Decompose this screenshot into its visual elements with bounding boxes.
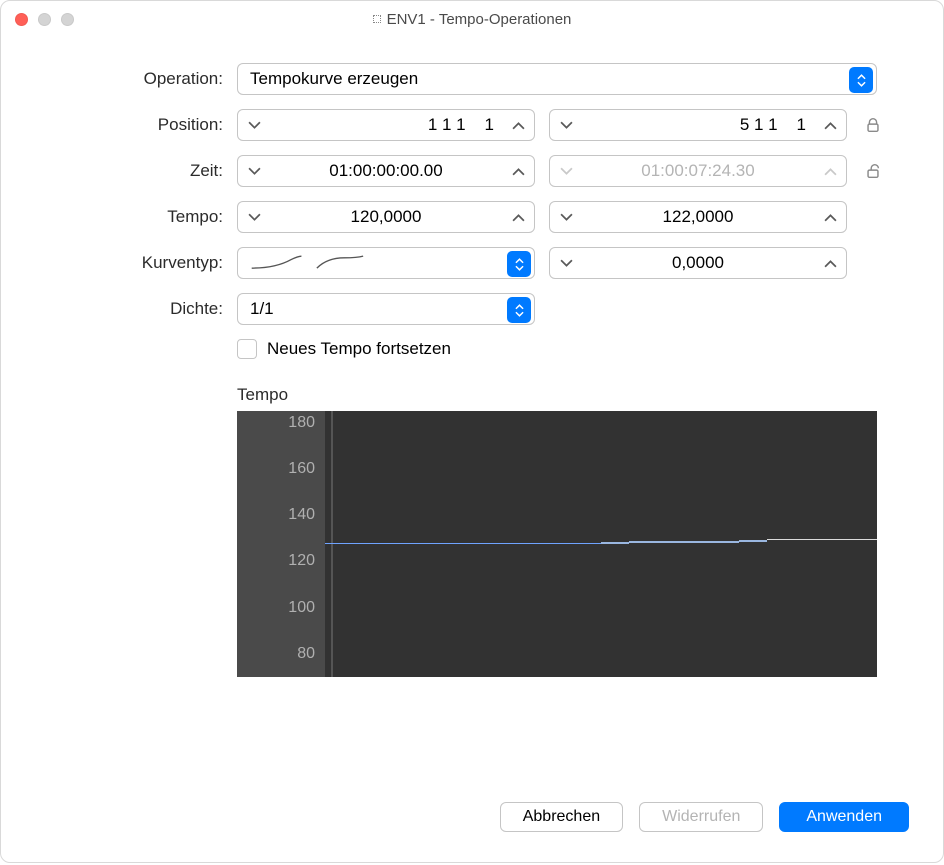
graph-y-tick: 80 [297, 645, 315, 663]
graph-y-axis: 80 100 120 140 160 180 [237, 411, 325, 677]
graph-title: Tempo [237, 385, 915, 405]
tempo-left-value: 120,0000 [272, 207, 500, 227]
window-title: ENV1 - Tempo-Operationen [1, 11, 943, 28]
undo-button: Widerrufen [639, 802, 763, 832]
tempo-segment [601, 542, 629, 544]
operation-label: Operation: [1, 69, 237, 89]
zoom-window-button[interactable] [61, 13, 74, 26]
content-area: Operation: Tempokurve erzeugen Position:… [1, 37, 943, 677]
apply-button[interactable]: Anwenden [779, 802, 909, 832]
continue-tempo-label: Neues Tempo fortsetzen [267, 339, 451, 359]
graph-y-tick: 160 [288, 460, 315, 478]
curve-value-field[interactable]: 0,0000 [549, 247, 847, 279]
titlebar: ENV1 - Tempo-Operationen [1, 1, 943, 37]
curve-shape-icon [250, 254, 370, 272]
operation-select[interactable]: Tempokurve erzeugen [237, 63, 877, 95]
dropdown-icon [507, 297, 531, 323]
position-label: Position: [1, 115, 237, 135]
chevron-up-icon[interactable] [504, 110, 532, 140]
graph-plot-area [325, 411, 877, 677]
tempo-right-field[interactable]: 122,0000 [549, 201, 847, 233]
density-label: Dichte: [1, 299, 237, 319]
tempo-label: Tempo: [1, 207, 237, 227]
chevron-up-icon[interactable] [504, 156, 532, 186]
time-right-value: 01:00:07:24.30 [584, 161, 812, 181]
position-left-field[interactable]: 1 1 1 1 [237, 109, 535, 141]
chevron-down-icon[interactable] [552, 248, 580, 278]
tempo-right-value: 122,0000 [584, 207, 812, 227]
chevron-up-icon[interactable] [816, 248, 844, 278]
lock-closed-icon[interactable] [861, 116, 885, 134]
operation-select-value: Tempokurve erzeugen [250, 69, 418, 89]
chevron-down-icon[interactable] [240, 110, 268, 140]
graph-y-tick: 120 [288, 552, 315, 570]
time-right-field: 01:00:07:24.30 [549, 155, 847, 187]
graph-y-tick: 180 [288, 414, 315, 432]
time-label: Zeit: [1, 161, 237, 181]
dropdown-icon [849, 67, 873, 93]
density-select-value: 1/1 [250, 299, 274, 319]
tempo-operations-window: ENV1 - Tempo-Operationen Operation: Temp… [0, 0, 944, 863]
chevron-down-icon[interactable] [240, 156, 268, 186]
tempo-segment [767, 539, 877, 540]
position-left-value: 1 1 1 1 [272, 115, 500, 135]
tempo-graph[interactable]: 80 100 120 140 160 180 [237, 411, 877, 677]
chevron-down-icon [552, 156, 580, 186]
tempo-segment [739, 540, 767, 542]
tempo-segment [325, 543, 601, 544]
minimize-window-button[interactable] [38, 13, 51, 26]
position-right-value: 5 1 1 1 [584, 115, 812, 135]
tempo-segment [629, 541, 739, 543]
close-window-button[interactable] [15, 13, 28, 26]
cancel-button[interactable]: Abbrechen [500, 802, 623, 832]
footer-buttons: Abbrechen Widerrufen Anwenden [500, 802, 909, 832]
chevron-down-icon[interactable] [552, 110, 580, 140]
chevron-down-icon[interactable] [240, 202, 268, 232]
graph-y-tick: 100 [288, 599, 315, 617]
window-controls [15, 13, 74, 26]
chevron-up-icon[interactable] [816, 202, 844, 232]
graph-y-tick: 140 [288, 506, 315, 524]
position-right-field[interactable]: 5 1 1 1 [549, 109, 847, 141]
lock-open-icon[interactable] [861, 162, 885, 180]
curve-value: 0,0000 [584, 253, 812, 273]
chevron-up-icon[interactable] [816, 110, 844, 140]
time-left-value: 01:00:00:00.00 [272, 161, 500, 181]
curvetype-select[interactable] [237, 247, 535, 279]
chevron-up-icon[interactable] [504, 202, 532, 232]
continue-tempo-checkbox[interactable] [237, 339, 257, 359]
tempo-left-field[interactable]: 120,0000 [237, 201, 535, 233]
time-left-field[interactable]: 01:00:00:00.00 [237, 155, 535, 187]
document-proxy-icon [373, 15, 381, 23]
chevron-up-icon [816, 156, 844, 186]
dropdown-icon [507, 251, 531, 277]
chevron-down-icon[interactable] [552, 202, 580, 232]
density-select[interactable]: 1/1 [237, 293, 535, 325]
curvetype-label: Kurventyp: [1, 253, 237, 273]
